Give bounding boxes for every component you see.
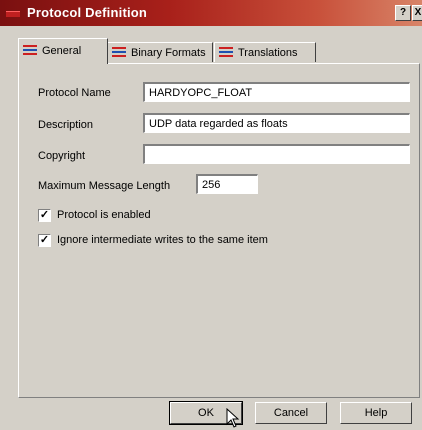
help-title-button[interactable]: ? bbox=[395, 5, 411, 21]
max-length-field[interactable] bbox=[196, 174, 258, 194]
protocol-icon bbox=[219, 47, 233, 58]
protocol-enabled-checkbox[interactable]: ✓ bbox=[38, 209, 51, 222]
tab-binary-formats[interactable]: Binary Formats bbox=[107, 42, 213, 62]
ignore-writes-checkbox[interactable]: ✓ bbox=[38, 234, 51, 247]
ignore-writes-label[interactable]: Ignore intermediate writes to the same i… bbox=[57, 234, 268, 246]
tab-label: Binary Formats bbox=[131, 47, 206, 59]
copyright-label: Copyright bbox=[38, 150, 86, 162]
close-button[interactable]: X bbox=[412, 5, 422, 21]
tab-label: General bbox=[42, 45, 82, 57]
protocol-icon bbox=[23, 45, 37, 56]
protocol-name-label: Protocol Name bbox=[38, 87, 111, 99]
protocol-enabled-label[interactable]: Protocol is enabled bbox=[57, 209, 151, 221]
tab-general[interactable]: General bbox=[18, 38, 108, 64]
max-length-label: Maximum Message Length bbox=[38, 180, 171, 192]
mouse-pointer-icon bbox=[226, 408, 240, 428]
cancel-button[interactable]: Cancel bbox=[255, 402, 327, 424]
description-field[interactable] bbox=[143, 113, 410, 133]
app-icon bbox=[6, 11, 20, 17]
help-button[interactable]: Help bbox=[340, 402, 412, 424]
tab-label: Translations bbox=[238, 47, 298, 59]
tab-translations[interactable]: Translations bbox=[214, 42, 316, 62]
protocol-icon bbox=[112, 47, 126, 58]
copyright-field[interactable] bbox=[143, 144, 410, 164]
title-bar[interactable]: Protocol Definition ? X bbox=[0, 0, 422, 26]
window-title: Protocol Definition bbox=[27, 5, 148, 20]
protocol-definition-dialog: Protocol Definition ? X General Binary F… bbox=[0, 0, 422, 430]
protocol-name-field[interactable] bbox=[143, 82, 410, 102]
description-label: Description bbox=[38, 119, 94, 131]
